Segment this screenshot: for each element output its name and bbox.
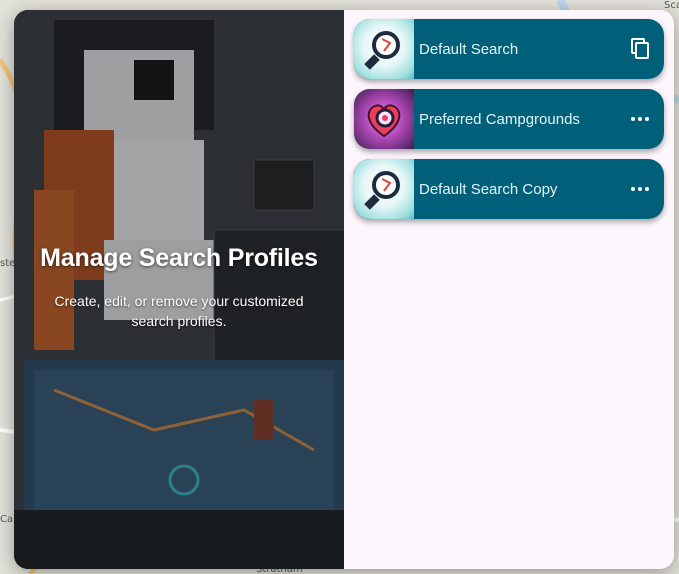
- more-horizontal-icon[interactable]: [620, 99, 660, 139]
- profile-label: Preferred Campgrounds: [419, 110, 580, 128]
- profile-label: Default Search Copy: [419, 180, 558, 198]
- map-label: ste: [0, 258, 16, 269]
- page-subtitle: Create, edit, or remove your customized …: [54, 293, 304, 329]
- more-horizontal-icon[interactable]: [620, 169, 660, 209]
- hero-panel: Manage Search Profiles Create, edit, or …: [14, 10, 344, 569]
- profile-card-default-search-copy[interactable]: Default Search Copy: [354, 159, 664, 219]
- magnifier-map-icon: [354, 159, 414, 219]
- profile-card-preferred-campgrounds[interactable]: Preferred Campgrounds: [354, 89, 664, 149]
- heart-magnifier-icon: [354, 89, 414, 149]
- copy-icon[interactable]: [620, 29, 660, 69]
- page-title: Manage Search Profiles: [40, 244, 318, 272]
- profile-label: Default Search: [419, 40, 519, 58]
- profile-card-default-search[interactable]: Default Search: [354, 19, 664, 79]
- manage-profiles-dialog: Manage Search Profiles Create, edit, or …: [14, 10, 674, 569]
- profiles-list: Default Search Preferred Campgrounds Def…: [344, 10, 674, 569]
- magnifier-map-icon: [354, 19, 414, 79]
